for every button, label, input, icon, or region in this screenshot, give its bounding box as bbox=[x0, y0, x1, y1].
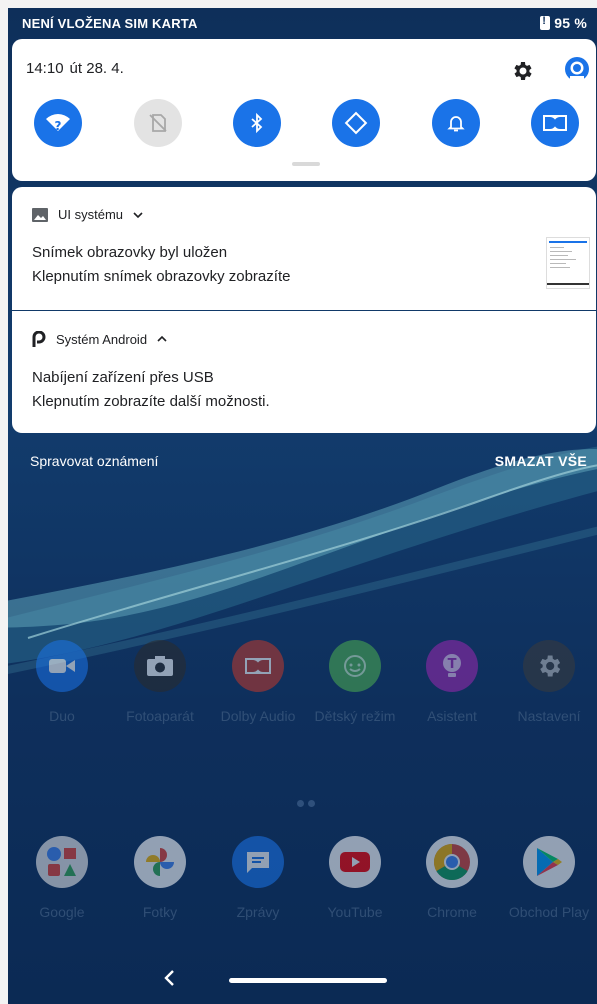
assistant-icon: T bbox=[426, 640, 478, 692]
back-icon[interactable] bbox=[158, 966, 182, 990]
home-app-row-1: Duo Fotoaparát Dolby Audio Dětský režim … bbox=[8, 640, 597, 730]
dolby-tile[interactable] bbox=[531, 99, 579, 147]
notification-header: UI systému bbox=[32, 207, 143, 222]
app-label: Nastavení bbox=[517, 708, 581, 724]
app-label: Dětský režim bbox=[314, 708, 396, 724]
qs-time: 14:10 bbox=[26, 60, 64, 77]
notification-title: Snímek obrazovky byl uložen bbox=[32, 244, 228, 261]
chevron-down-icon[interactable] bbox=[133, 211, 143, 219]
navigation-bar bbox=[8, 958, 597, 1004]
account-avatar-icon[interactable] bbox=[564, 56, 590, 82]
app-google-folder[interactable]: Google bbox=[14, 836, 110, 920]
manage-notifications-button[interactable]: Spravovat oznámení bbox=[30, 453, 158, 469]
qs-clock: 14:10 út 28. 4. bbox=[26, 60, 124, 77]
page-indicator bbox=[297, 800, 315, 807]
google-folder-icon bbox=[36, 836, 88, 888]
app-chrome[interactable]: Chrome bbox=[404, 836, 500, 920]
clear-all-button[interactable]: SMAZAT VŠE bbox=[495, 453, 587, 469]
screenshot-thumbnail bbox=[546, 237, 590, 289]
battery-alert-icon bbox=[540, 15, 551, 30]
photos-icon bbox=[134, 836, 186, 888]
settings-icon bbox=[523, 640, 575, 692]
page-dot bbox=[308, 800, 315, 807]
app-youtube[interactable]: YouTube bbox=[307, 836, 403, 920]
android-p-icon bbox=[32, 331, 46, 347]
app-label: Duo bbox=[49, 708, 75, 724]
duo-icon bbox=[36, 640, 88, 692]
bluetooth-tile[interactable] bbox=[233, 99, 281, 147]
notification-app-name: UI systému bbox=[58, 207, 124, 222]
status-bar: NENÍ VLOŽENA SIM KARTA 95 % bbox=[8, 8, 597, 38]
notification-header: Systém Android bbox=[32, 331, 167, 347]
app-label: YouTube bbox=[327, 904, 383, 920]
no-sim-icon bbox=[149, 114, 167, 132]
qs-date: út 28. 4. bbox=[69, 60, 124, 77]
notification-title: Nabíjení zařízení přes USB bbox=[32, 369, 214, 386]
bell-icon bbox=[447, 116, 465, 132]
notification-text: Klepnutím zobrazíte další možnosti. bbox=[32, 393, 270, 410]
app-duo[interactable]: Duo bbox=[14, 640, 110, 724]
camera-icon bbox=[134, 640, 186, 692]
app-messages[interactable]: Zprávy bbox=[210, 836, 306, 920]
carrier-text: NENÍ VLOŽENA SIM KARTA bbox=[22, 16, 198, 31]
kids-mode-icon bbox=[329, 640, 381, 692]
app-settings[interactable]: Nastavení bbox=[501, 640, 597, 724]
messages-icon bbox=[232, 836, 284, 888]
settings-gear-icon[interactable] bbox=[510, 59, 534, 83]
app-label: Fotoaparát bbox=[126, 708, 194, 724]
auto-rotate-icon bbox=[344, 111, 368, 135]
phone-screen: NENÍ VLOŽENA SIM KARTA 95 % 14:10 út 28. … bbox=[8, 8, 597, 1004]
notification-screenshot[interactable]: UI systému Snímek obrazovky byl uložen K… bbox=[12, 187, 596, 310]
app-photos[interactable]: Fotky bbox=[112, 836, 208, 920]
app-camera[interactable]: Fotoaparát bbox=[112, 640, 208, 724]
auto-rotate-tile[interactable] bbox=[332, 99, 380, 147]
app-label: Fotky bbox=[142, 904, 178, 920]
app-play-store[interactable]: Obchod Play bbox=[501, 836, 597, 920]
image-icon bbox=[32, 207, 48, 222]
app-kids-mode[interactable]: Dětský režim bbox=[307, 640, 403, 724]
app-dolby-audio[interactable]: Dolby Audio bbox=[210, 640, 306, 724]
wifi-tile[interactable]: ? bbox=[34, 99, 82, 147]
chevron-up-icon[interactable] bbox=[157, 335, 167, 343]
battery-percent: 95 % bbox=[554, 15, 587, 31]
notification-usb[interactable]: Systém Android Nabíjení zařízení přes US… bbox=[12, 311, 596, 433]
chrome-icon bbox=[426, 836, 478, 888]
sound-tile[interactable] bbox=[432, 99, 480, 147]
app-label: Chrome bbox=[427, 904, 477, 920]
page-dot bbox=[297, 800, 304, 807]
app-label: Zprávy bbox=[236, 904, 280, 920]
app-assistant[interactable]: T Asistent bbox=[404, 640, 500, 724]
notification-app-name: Systém Android bbox=[56, 331, 148, 347]
home-app-row-2: Google Fotky Zprávy YouTube Chrome Obcho… bbox=[8, 836, 597, 926]
battery-status: 95 % bbox=[540, 15, 587, 31]
wifi-question-icon: ? bbox=[46, 114, 70, 133]
app-label: Asistent bbox=[427, 708, 477, 724]
qs-drag-handle[interactable] bbox=[292, 162, 320, 166]
dolby-icon bbox=[543, 115, 567, 131]
notification-text: Klepnutím snímek obrazovky zobrazíte bbox=[32, 268, 291, 285]
dolby-audio-icon bbox=[232, 640, 284, 692]
quick-settings-tiles: ? bbox=[12, 99, 596, 155]
app-label: Google bbox=[39, 904, 85, 920]
bluetooth-icon bbox=[251, 112, 263, 134]
svg-text:T: T bbox=[448, 657, 457, 672]
app-label: Obchod Play bbox=[508, 904, 590, 920]
play-store-icon bbox=[523, 836, 575, 888]
mobile-data-tile[interactable] bbox=[134, 99, 182, 147]
youtube-icon bbox=[329, 836, 381, 888]
home-pill[interactable] bbox=[229, 978, 387, 983]
quick-settings-panel: 14:10 út 28. 4. ? bbox=[12, 39, 596, 181]
svg-text:?: ? bbox=[55, 119, 62, 133]
app-label: Dolby Audio bbox=[220, 708, 296, 724]
